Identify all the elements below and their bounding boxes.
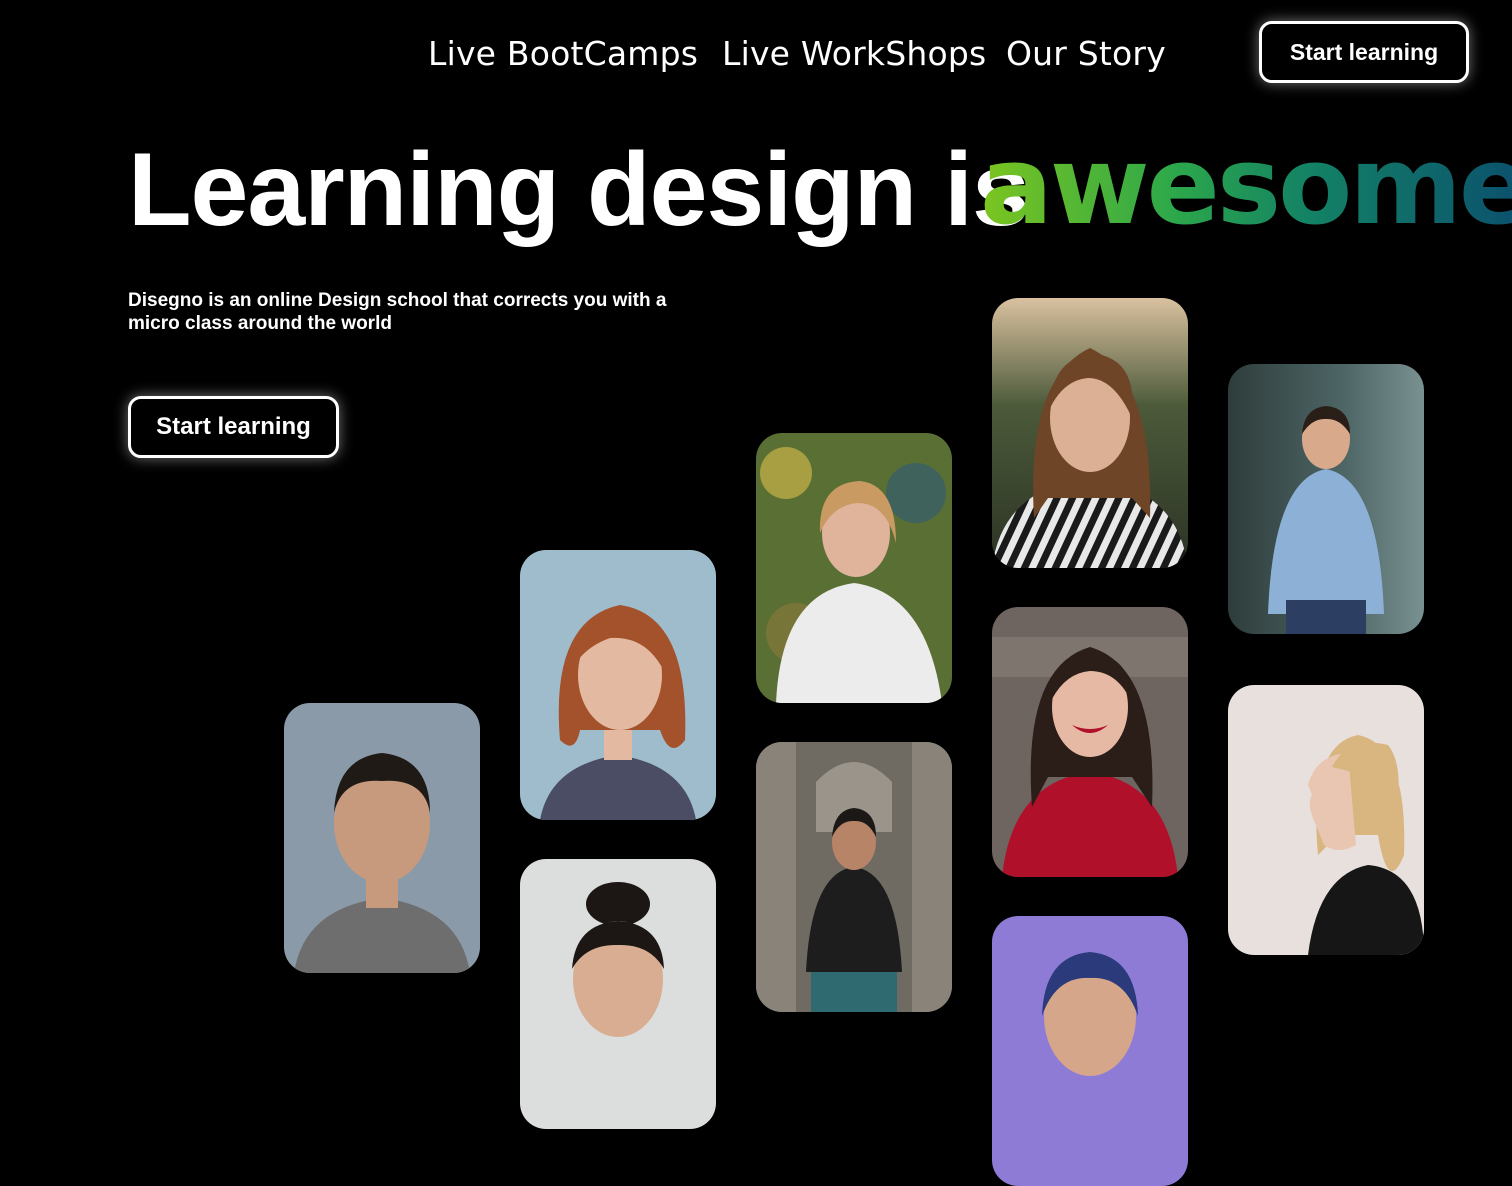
- photo-woman-striped-shirt: [992, 298, 1188, 568]
- nav-link-live-workshops[interactable]: Live WorkShops: [722, 34, 986, 73]
- photo-man-blue-shirt: [1228, 364, 1424, 634]
- hero-title: Learning design is: [128, 132, 1030, 248]
- photo-woman-red-top: [992, 607, 1188, 877]
- hero-start-learning-button[interactable]: Start learning: [128, 396, 339, 458]
- photo-woman-hair-bun: [520, 859, 716, 1129]
- photo-woman-red-bob: [520, 550, 716, 820]
- portrait-image: [520, 550, 716, 820]
- portrait-image: [284, 703, 480, 973]
- hero-accent-word: awesome: [980, 130, 1512, 244]
- portrait-image: [756, 742, 952, 1012]
- photo-man-grey-sweater: [284, 703, 480, 973]
- nav-link-our-story[interactable]: Our Story: [1006, 34, 1166, 73]
- portrait-image: [756, 433, 952, 703]
- photo-woman-blue-hair: [992, 916, 1188, 1186]
- portrait-image: [992, 607, 1188, 877]
- portrait-image: [520, 859, 716, 1129]
- portrait-image: [992, 298, 1188, 568]
- portrait-image: [1228, 685, 1424, 955]
- photo-woman-white-sweater: [756, 433, 952, 703]
- portrait-image: [1228, 364, 1424, 634]
- portrait-image: [992, 916, 1188, 1186]
- photo-woman-blonde-profile: [1228, 685, 1424, 955]
- nav-link-live-bootcamps[interactable]: Live BootCamps: [428, 34, 698, 73]
- hero-subtitle: Disegno is an online Design school that …: [128, 290, 667, 334]
- photo-man-fountain: [756, 742, 952, 1012]
- nav-start-learning-button[interactable]: Start learning: [1259, 21, 1469, 83]
